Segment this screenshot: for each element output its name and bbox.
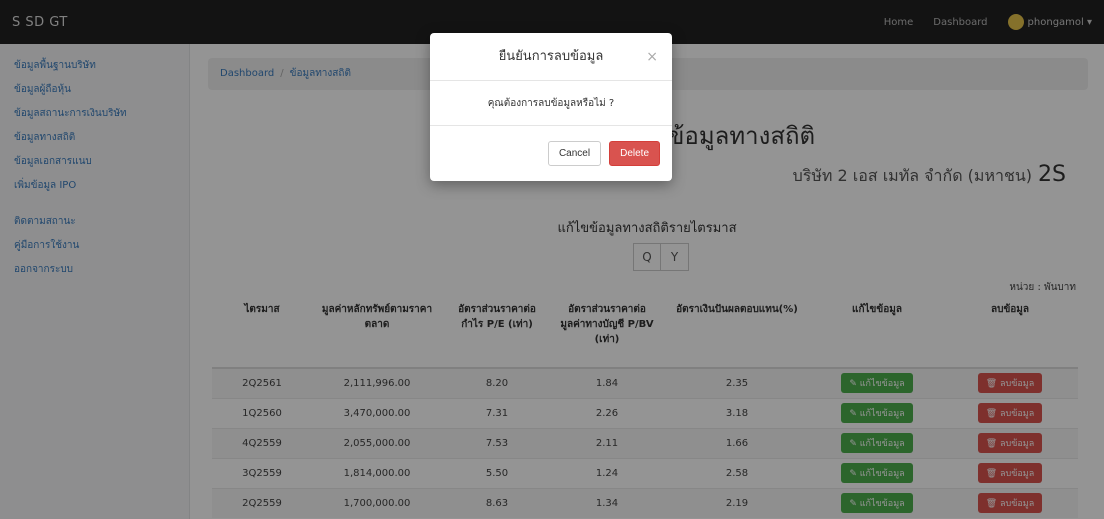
delete-confirm-button[interactable]: Delete <box>609 141 660 166</box>
cancel-button[interactable]: Cancel <box>547 141 602 166</box>
modal-footer: Cancel Delete <box>430 126 672 181</box>
modal-header: ยืนยันการลบข้อมูล × <box>430 33 672 81</box>
confirm-delete-modal: ยืนยันการลบข้อมูล × คุณต้องการลบข้อมูลหร… <box>430 33 672 181</box>
modal-message: คุณต้องการลบข้อมูลหรือไม่ ? <box>430 81 672 126</box>
close-icon[interactable]: × <box>646 33 658 81</box>
modal-title: ยืนยันการลบข้อมูล <box>498 49 604 64</box>
